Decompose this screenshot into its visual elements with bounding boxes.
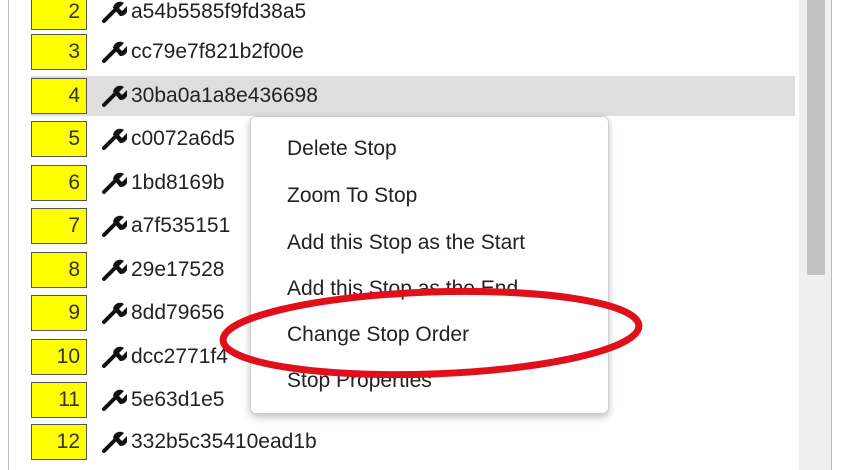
stop-row-selected[interactable]: 4 30ba0a1a8e436698 [31, 76, 795, 116]
stop-number: 9 [31, 295, 87, 331]
menu-item-add-as-start[interactable]: Add this Stop as the Start [287, 229, 525, 257]
stop-label: 1bd8169b [131, 171, 225, 194]
wrench-icon [102, 302, 127, 324]
wrench-icon [102, 215, 127, 237]
scrollbar-thumb[interactable] [807, 0, 825, 275]
menu-item-zoom-to-stop[interactable]: Zoom To Stop [287, 182, 417, 210]
stop-label: cc79e7f821b2f00e [131, 40, 304, 63]
wrench-icon [102, 1, 127, 23]
wrench-icon [102, 259, 127, 281]
wrench-icon [102, 172, 127, 194]
stop-number: 2 [31, 0, 87, 30]
stop-number: 6 [31, 165, 87, 201]
stop-label: c0072a6d5 [131, 127, 235, 150]
stop-number: 10 [31, 339, 87, 375]
stop-label: 8dd79656 [131, 301, 225, 324]
stop-label: dcc2771f4 [131, 345, 228, 368]
stop-label: 5e63d1e5 [131, 388, 225, 411]
menu-item-stop-properties[interactable]: Stop Properties [287, 367, 432, 395]
vertical-scrollbar[interactable] [799, 0, 831, 470]
menu-item-add-as-end[interactable]: Add this Stop as the End [287, 275, 518, 303]
stop-label: 332b5c35410ead1b [131, 430, 317, 453]
stop-number: 7 [31, 208, 87, 244]
wrench-icon [102, 41, 127, 63]
stop-row[interactable]: 12 332b5c35410ead1b [31, 422, 795, 462]
stop-row[interactable]: 2 a54b5585f9fd38a5 [31, 0, 795, 32]
menu-item-change-stop-order[interactable]: Change Stop Order [287, 321, 469, 349]
menu-item-delete-stop[interactable]: Delete Stop [287, 135, 397, 163]
stop-number: 5 [31, 121, 87, 157]
stop-number: 3 [31, 34, 87, 70]
wrench-icon [102, 346, 127, 368]
wrench-icon [102, 128, 127, 150]
wrench-icon [102, 431, 127, 453]
stop-row[interactable]: 3 cc79e7f821b2f00e [31, 32, 795, 72]
stop-label: a54b5585f9fd38a5 [131, 0, 307, 23]
stop-number: 12 [31, 424, 87, 460]
stop-number: 8 [31, 252, 87, 288]
stop-label: 30ba0a1a8e436698 [131, 84, 318, 107]
context-menu: Delete Stop Zoom To Stop Add this Stop a… [250, 116, 609, 414]
stop-label: 29e17528 [131, 258, 225, 281]
stop-number: 4 [31, 78, 87, 114]
wrench-icon [102, 389, 127, 411]
stop-number: 11 [31, 382, 87, 418]
stop-label: a7f535151 [131, 214, 231, 237]
wrench-icon [102, 85, 127, 107]
